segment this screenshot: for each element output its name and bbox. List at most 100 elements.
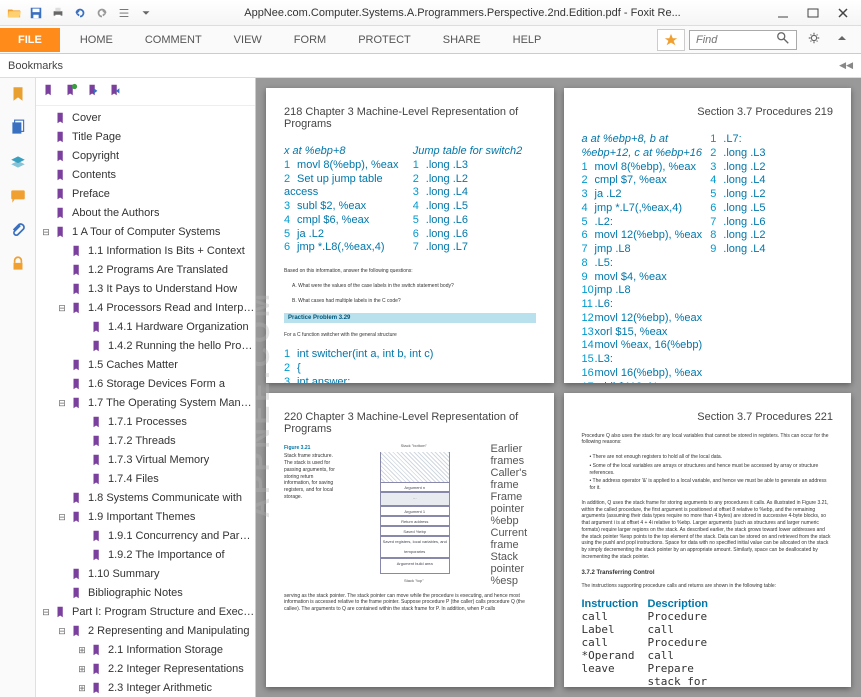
pdf-page[interactable]: Section 3.7 Procedures 221 Procedure Q a…	[564, 393, 852, 688]
bookmark-item[interactable]: 1.4.1 Hardware Organization	[36, 317, 255, 336]
expand-icon[interactable]	[56, 587, 68, 599]
gear-icon[interactable]	[801, 31, 827, 48]
redo-icon[interactable]	[92, 3, 112, 23]
minimize-button[interactable]	[769, 3, 797, 23]
nav-bookmarks-icon[interactable]	[6, 82, 30, 106]
expand-icon[interactable]	[40, 112, 52, 124]
file-tab[interactable]: FILE	[0, 28, 60, 52]
nav-pages-icon[interactable]	[6, 116, 30, 140]
bookmark-item[interactable]: ⊟Part I: Program Structure and Execution	[36, 602, 255, 621]
bookmark-item[interactable]: 1.10 Summary	[36, 564, 255, 583]
expand-icon[interactable]	[56, 264, 68, 276]
search-input[interactable]	[690, 31, 770, 49]
bookmark-item[interactable]: 1.7.1 Processes	[36, 412, 255, 431]
expand-icon[interactable]	[40, 150, 52, 162]
bookmark-item[interactable]: Preface	[36, 184, 255, 203]
bookmark-item[interactable]: ⊟1.7 The Operating System Manages	[36, 393, 255, 412]
panel-collapse-icon[interactable]: ◀◀	[839, 60, 853, 71]
expand-icon[interactable]	[76, 530, 88, 542]
tab-home[interactable]: HOME	[64, 28, 129, 52]
bookmark-item[interactable]: 1.1 Information Is Bits + Context	[36, 241, 255, 260]
bookmark-item[interactable]: 1.4.2 Running the hello Program	[36, 336, 255, 355]
maximize-button[interactable]	[799, 3, 827, 23]
expand-icon[interactable]: ⊞	[76, 644, 88, 656]
bookmark-item[interactable]: Title Page	[36, 127, 255, 146]
bookmark-item[interactable]: 1.8 Systems Communicate with	[36, 488, 255, 507]
nav-attachments-icon[interactable]	[6, 218, 30, 242]
expand-icon[interactable]: ⊟	[56, 397, 68, 409]
expand-icon[interactable]	[56, 492, 68, 504]
bookmark-item[interactable]: ⊞2.3 Integer Arithmetic	[36, 678, 255, 697]
bm-new-icon[interactable]	[64, 83, 78, 100]
expand-icon[interactable]	[56, 359, 68, 371]
bookmark-item[interactable]: ⊟1.9 Important Themes	[36, 507, 255, 526]
expand-icon[interactable]	[76, 321, 88, 333]
bookmark-item[interactable]: 1.7.2 Threads	[36, 431, 255, 450]
pdf-page[interactable]: Section 3.7 Procedures 219 a at %ebp+8, …	[564, 88, 852, 383]
favorite-button[interactable]	[657, 29, 685, 51]
bookmark-item[interactable]: ⊞2.1 Information Storage	[36, 640, 255, 659]
bookmark-item[interactable]: 1.7.3 Virtual Memory	[36, 450, 255, 469]
expand-icon[interactable]	[40, 188, 52, 200]
tab-share[interactable]: SHARE	[427, 28, 497, 52]
pdf-page[interactable]: 220 Chapter 3 Machine-Level Representati…	[266, 393, 554, 688]
expand-icon[interactable]	[76, 416, 88, 428]
print-icon[interactable]	[48, 3, 68, 23]
expand-icon[interactable]: ⊟	[56, 511, 68, 523]
expand-icon[interactable]: ⊟	[56, 625, 68, 637]
bookmark-item[interactable]: 1.9.1 Concurrency and Parallelism	[36, 526, 255, 545]
bookmark-item[interactable]: ⊟1 A Tour of Computer Systems	[36, 222, 255, 241]
expand-icon[interactable]	[56, 378, 68, 390]
expand-icon[interactable]	[56, 245, 68, 257]
undo-icon[interactable]	[70, 3, 90, 23]
nav-security-icon[interactable]	[6, 252, 30, 276]
expand-icon[interactable]	[76, 473, 88, 485]
close-button[interactable]	[829, 3, 857, 23]
expand-icon[interactable]	[56, 568, 68, 580]
bookmark-item[interactable]: ⊞2.2 Integer Representations	[36, 659, 255, 678]
bookmark-item[interactable]: 1.9.2 The Importance of	[36, 545, 255, 564]
save-icon[interactable]	[26, 3, 46, 23]
bm-next-icon[interactable]	[108, 83, 122, 100]
expand-icon[interactable]	[56, 283, 68, 295]
bookmark-item[interactable]: Contents	[36, 165, 255, 184]
expand-icon[interactable]: ⊞	[76, 682, 88, 694]
bookmark-item[interactable]: 1.5 Caches Matter	[36, 355, 255, 374]
bookmark-item[interactable]: 1.7.4 Files	[36, 469, 255, 488]
bookmark-item[interactable]: 1.2 Programs Are Translated	[36, 260, 255, 279]
bookmark-item[interactable]: Cover	[36, 108, 255, 127]
expand-icon[interactable]	[76, 549, 88, 561]
pdf-page[interactable]: 218 Chapter 3 Machine-Level Representati…	[266, 88, 554, 383]
bookmark-item[interactable]: About the Authors	[36, 203, 255, 222]
nav-layers-icon[interactable]	[6, 150, 30, 174]
tab-comment[interactable]: COMMENT	[129, 28, 218, 52]
expand-icon[interactable]	[40, 131, 52, 143]
bookmark-item[interactable]: Copyright	[36, 146, 255, 165]
expand-icon[interactable]	[40, 207, 52, 219]
bookmark-item[interactable]: ⊟2 Representing and Manipulating	[36, 621, 255, 640]
tab-help[interactable]: HELP	[497, 28, 558, 52]
expand-icon[interactable]: ⊞	[76, 663, 88, 675]
collapse-ribbon-icon[interactable]	[831, 33, 853, 46]
expand-icon[interactable]: ⊟	[56, 302, 68, 314]
search-icon[interactable]	[770, 31, 796, 48]
bm-expand-all-icon[interactable]	[42, 83, 56, 100]
nav-comments-icon[interactable]	[6, 184, 30, 208]
qat-caret-icon[interactable]	[136, 3, 156, 23]
bookmark-item[interactable]: ⊟1.4 Processors Read and Interpret	[36, 298, 255, 317]
tab-view[interactable]: VIEW	[218, 28, 278, 52]
expand-icon[interactable]	[76, 340, 88, 352]
bookmark-item[interactable]: Bibliographic Notes	[36, 583, 255, 602]
menu-icon[interactable]	[114, 3, 134, 23]
tab-protect[interactable]: PROTECT	[342, 28, 427, 52]
expand-icon[interactable]	[76, 435, 88, 447]
bookmark-item[interactable]: 1.6 Storage Devices Form a	[36, 374, 255, 393]
bm-prev-icon[interactable]	[86, 83, 100, 100]
open-icon[interactable]	[4, 3, 24, 23]
expand-icon[interactable]: ⊟	[40, 226, 52, 238]
expand-icon[interactable]: ⊟	[40, 606, 52, 618]
tab-form[interactable]: FORM	[278, 28, 342, 52]
expand-icon[interactable]	[40, 169, 52, 181]
expand-icon[interactable]	[76, 454, 88, 466]
bookmark-item[interactable]: 1.3 It Pays to Understand How	[36, 279, 255, 298]
